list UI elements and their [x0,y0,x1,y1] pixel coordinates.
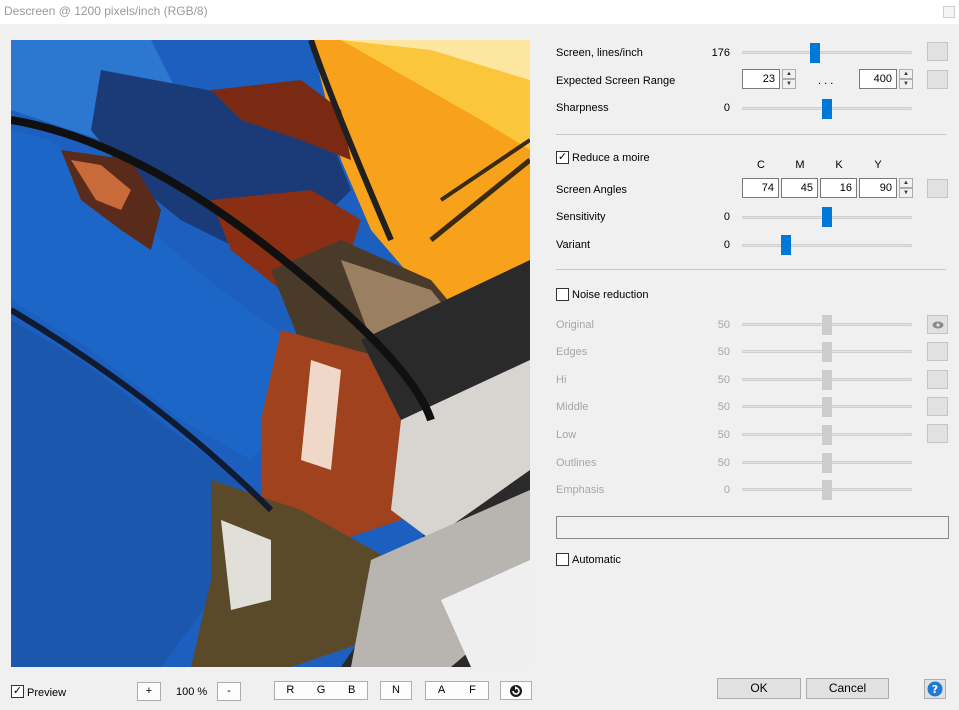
noise-original-value: 50 [717,319,730,331]
automatic-checkbox[interactable] [556,553,569,566]
screen-lines-slider-track[interactable] [742,51,912,54]
screen-range-max-input[interactable]: 400 [859,69,897,89]
n-button[interactable]: N [380,681,412,700]
variant-slider-track[interactable] [742,244,912,247]
noise-middle-preset-button[interactable] [927,397,948,416]
screen-angle-m-input[interactable]: 45 [781,178,818,198]
noise-edges-preset-button[interactable] [927,342,948,361]
noise-outlines-label: Outlines [556,457,597,469]
noise-low-slider-thumb[interactable] [822,425,832,445]
noise-middle-slider-thumb[interactable] [822,397,832,417]
channel-b-button[interactable]: B [336,682,367,699]
preview-image[interactable] [11,40,530,667]
sharpness-slider-thumb[interactable] [822,99,832,119]
sensitivity-label: Sensitivity [556,211,606,223]
screen-lines-slider-thumb[interactable] [810,43,820,63]
noise-edges-value: 50 [717,346,730,358]
noise-hi-label: Hi [556,374,567,386]
preview-checkbox[interactable]: ✓ [11,685,24,698]
svg-text:?: ? [932,683,938,696]
title-bar: Descreen @ 1200 pixels/inch (RGB/8) [0,0,959,24]
noise-reduction-checkbox[interactable] [556,288,569,301]
screen-angles-spinner[interactable]: ▲ ▼ [899,178,913,198]
screen-range-preset-button[interactable] [927,70,948,89]
zoom-in-button[interactable]: + [137,682,161,701]
channel-g-button[interactable]: G [306,682,337,699]
noise-hi-preset-button[interactable] [927,370,948,389]
noise-hi-slider-thumb[interactable] [822,370,832,390]
noise-outlines-slider-thumb[interactable] [822,453,832,473]
noise-reduction-label[interactable]: Noise reduction [572,289,648,301]
reset-preview-button[interactable] [500,681,532,700]
separator [556,134,946,135]
screen-angles-preset-button[interactable] [927,179,948,198]
noise-edges-slider-thumb[interactable] [822,342,832,362]
angle-column-y: Y [874,159,882,171]
noise-emphasis-value: 0 [723,484,730,496]
screen-range-min-spinner[interactable]: ▲ ▼ [782,69,796,89]
screen-range-min-input[interactable]: 23 [742,69,780,89]
noise-emphasis-label: Emphasis [556,484,605,496]
screen-angles-label: Screen Angles [556,184,627,196]
sharpness-value: 0 [723,102,730,114]
noise-original-eye-button[interactable] [927,315,948,334]
screen-range-max-spinner[interactable]: ▲ ▼ [899,69,913,89]
zoom-level: 100 % [176,686,208,698]
zoom-out-button[interactable]: - [217,682,241,701]
screen-angle-c-input[interactable]: 74 [742,178,779,198]
eye-icon [932,321,943,328]
screen-range-label: Expected Screen Range [556,75,676,87]
question-icon: ? [927,681,943,697]
channel-buttons: R G B [274,681,368,700]
screen-lines-value: 176 [711,47,730,59]
variant-label: Variant [556,239,591,251]
sharpness-label: Sharpness [556,102,609,114]
refresh-icon [510,685,522,697]
automatic-label[interactable]: Automatic [572,554,621,566]
noise-middle-label: Middle [556,401,589,413]
window-title: Descreen @ 1200 pixels/inch (RGB/8) [4,4,208,18]
noise-outlines-value: 50 [717,457,730,469]
preview-label[interactable]: Preview [27,687,66,699]
noise-hi-value: 50 [717,374,730,386]
angle-column-k: K [835,159,843,171]
af-buttons: A F [425,681,489,700]
sensitivity-slider-thumb[interactable] [822,207,832,227]
noise-emphasis-slider-thumb[interactable] [822,480,832,500]
screen-lines-preset-button[interactable] [927,42,948,61]
screen-range-separator: . . . [818,75,834,87]
variant-slider-thumb[interactable] [781,235,791,255]
variant-value: 0 [723,239,730,251]
help-button[interactable]: ? [924,679,946,699]
channel-r-button[interactable]: R [275,682,306,699]
noise-original-label: Original [556,319,594,331]
screen-angle-y-input[interactable]: 90 [859,178,897,198]
screen-angle-k-input[interactable]: 16 [820,178,857,198]
angle-column-c: C [757,159,765,171]
noise-low-preset-button[interactable] [927,424,948,443]
window-close-button[interactable] [943,6,955,18]
noise-low-value: 50 [717,429,730,441]
noise-original-slider-thumb[interactable] [822,315,832,335]
screen-lines-label: Screen, lines/inch [556,47,643,59]
progress-bar [556,516,949,539]
angle-column-m: M [795,159,805,171]
sensitivity-value: 0 [723,211,730,223]
reduce-moire-checkbox[interactable]: ✓ [556,151,569,164]
separator [556,269,946,270]
noise-middle-value: 50 [717,401,730,413]
ok-button[interactable]: OK [717,678,801,699]
a-button[interactable]: A [426,682,457,699]
reduce-moire-label[interactable]: Reduce a moire [572,152,650,164]
cancel-button[interactable]: Cancel [806,678,889,699]
f-button[interactable]: F [457,682,488,699]
noise-edges-label: Edges [556,346,588,358]
noise-low-label: Low [556,429,577,441]
